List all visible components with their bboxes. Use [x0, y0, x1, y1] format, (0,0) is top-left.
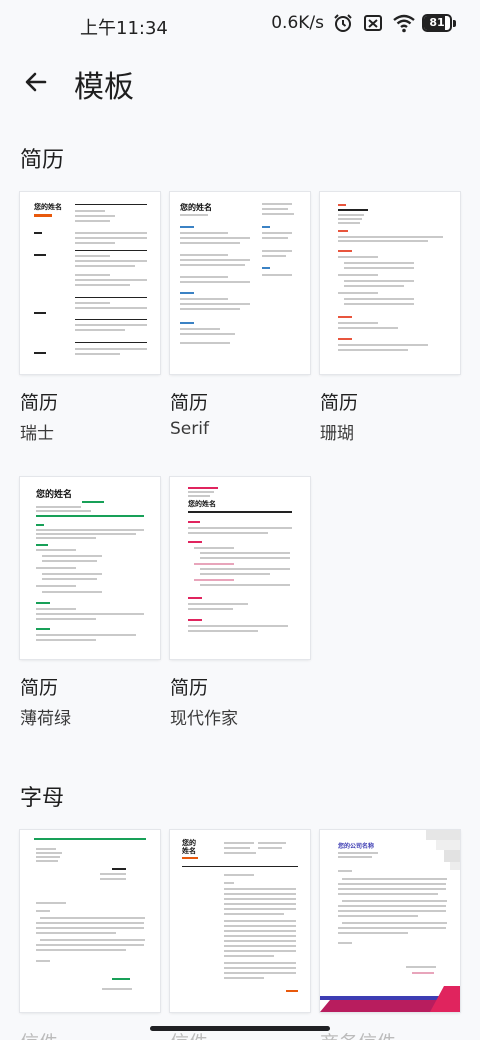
alarm-icon: [332, 12, 354, 34]
status-icons: 0.6K/s 81: [271, 12, 456, 34]
battery-level: 81: [429, 16, 445, 29]
thumb-name-text: 您的姓名: [34, 203, 62, 211]
thumb-name-line-2: 姓名: [182, 847, 196, 855]
template-type: 信件: [20, 1028, 58, 1040]
template-letter-business[interactable]: 您的公司名称: [320, 830, 460, 1012]
template-name: 瑞士: [20, 424, 54, 444]
template-resume-swiss[interactable]: 您的姓名 简历 瑞士: [20, 192, 160, 444]
section-title-resume: 简历: [20, 148, 65, 173]
home-indicator[interactable]: [150, 1026, 330, 1031]
template-resume-coral[interactable]: 简历 珊瑚: [320, 192, 460, 444]
thumb-name-line-1: 您的: [182, 839, 196, 847]
template-type: 简历: [20, 677, 59, 699]
template-resume-serif[interactable]: 您的姓名 简历 Serif: [170, 192, 310, 439]
template-resume-modern-writer[interactable]: 您的姓名 简历 现代作家: [170, 477, 310, 729]
template-thumbnail: 您的 姓名: [170, 830, 310, 1012]
page-title: 模板: [74, 70, 134, 105]
battery-icon: 81: [422, 14, 456, 32]
thumb-name-text: 您的姓名: [180, 203, 212, 212]
status-time: 上午11:34: [80, 18, 168, 39]
thumb-name-text: 您的姓名: [188, 500, 216, 508]
status-bar: 上午11:34 0.6K/s 81: [0, 0, 480, 52]
template-letter-orange[interactable]: 您的 姓名: [170, 830, 310, 1012]
template-thumbnail: 您的公司名称: [320, 830, 460, 1012]
template-thumbnail: 您的姓名: [20, 192, 160, 374]
template-name: Serif: [170, 419, 209, 439]
template-thumbnail: [20, 830, 160, 1012]
template-thumbnail: [320, 192, 460, 374]
template-name: 珊瑚: [320, 424, 354, 444]
template-name: 现代作家: [170, 709, 238, 729]
wifi-icon: [392, 12, 415, 34]
template-type: 简历: [20, 392, 59, 414]
template-type: 商务信件: [320, 1028, 396, 1040]
template-thumbnail: 您的姓名: [170, 477, 310, 659]
app-bar: 模板: [0, 52, 480, 112]
thumb-name-text: 您的姓名: [36, 490, 73, 500]
template-name: 薄荷绿: [20, 709, 71, 729]
back-button[interactable]: [16, 62, 56, 102]
network-speed: 0.6K/s: [271, 13, 324, 33]
template-letter-mint[interactable]: [20, 830, 160, 1012]
template-type: 简历: [170, 392, 209, 414]
back-arrow-icon: [25, 72, 47, 92]
thumb-company-text: 您的公司名称: [338, 843, 375, 850]
section-title-letters: 字母: [20, 786, 65, 811]
template-thumbnail: 您的姓名: [20, 477, 160, 659]
template-type: 简历: [320, 392, 359, 414]
no-sim-icon: [362, 12, 384, 34]
template-resume-mint[interactable]: 您的姓名 简历 薄荷绿: [20, 477, 160, 729]
template-type: 简历: [170, 677, 209, 699]
template-thumbnail: 您的姓名: [170, 192, 310, 374]
